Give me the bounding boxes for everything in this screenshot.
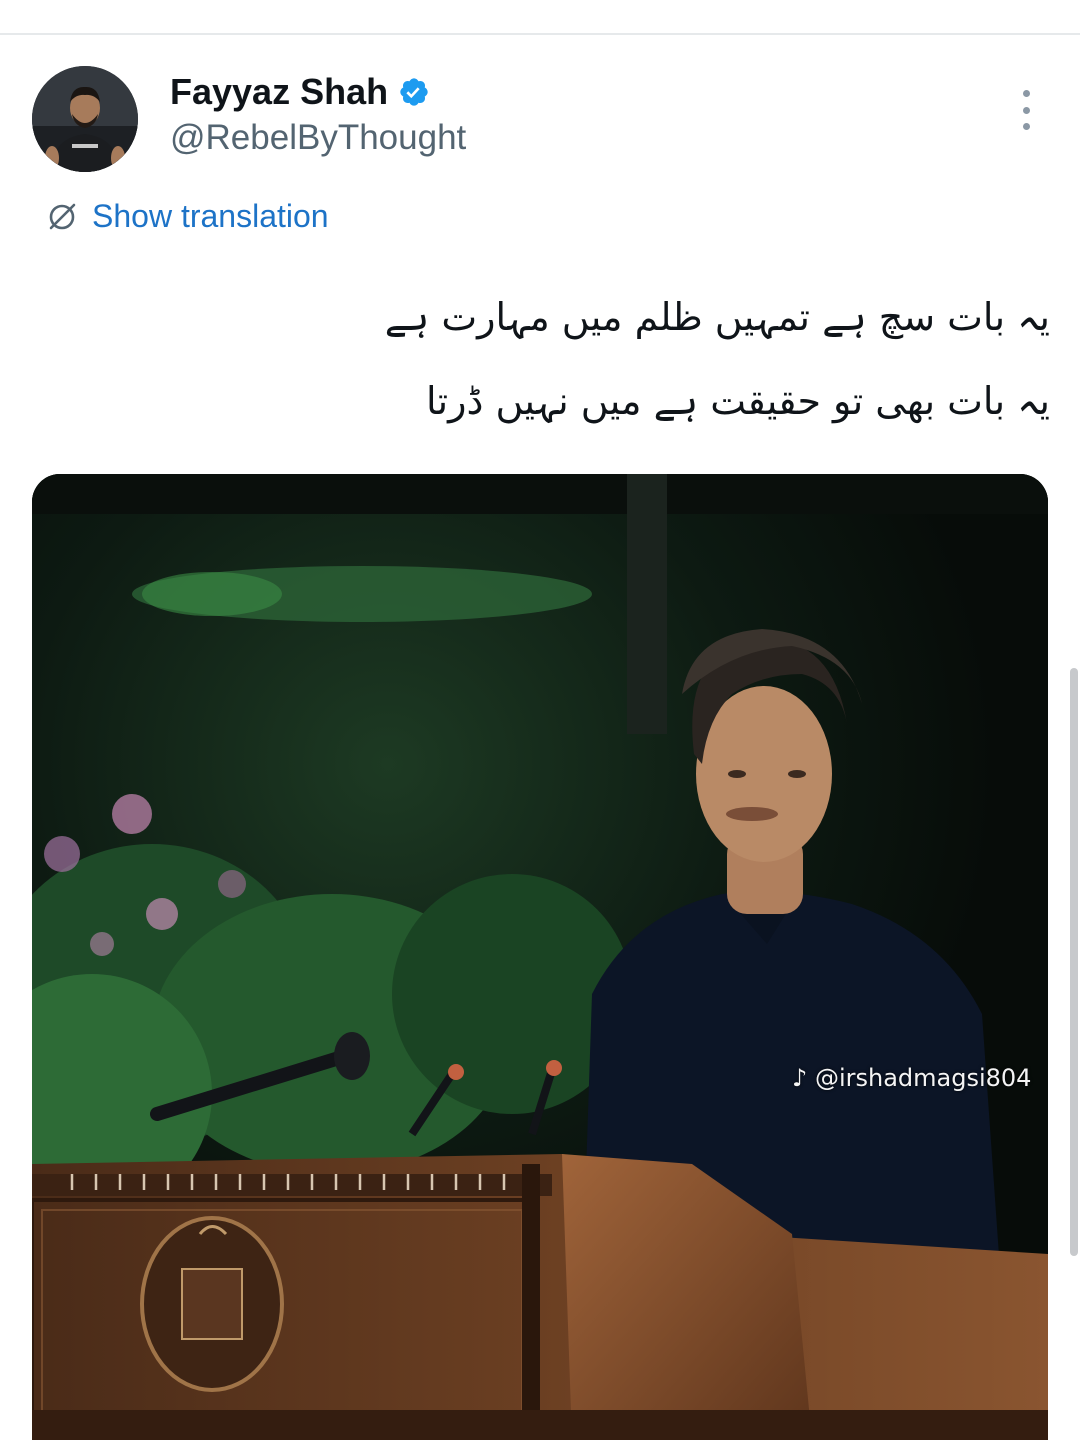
scrollbar[interactable]	[1070, 668, 1078, 1256]
more-vertical-icon-dot	[1022, 123, 1030, 130]
more-vertical-icon-dot	[1022, 106, 1030, 114]
more-vertical-icon	[1022, 90, 1030, 97]
avatar[interactable]	[32, 66, 138, 172]
name-row: Fayyaz Shah	[170, 70, 430, 114]
tweet-text-line: یہ بات بھی تو حقیقت ہے میں نہیں ڈرتا	[425, 379, 1050, 423]
show-translation-link[interactable]: Show translation	[46, 196, 329, 236]
show-translation-label[interactable]: Show translation	[92, 196, 329, 236]
display-name[interactable]: Fayyaz Shah	[170, 70, 388, 114]
tweet-text-line: یہ بات سچ ہے تمہیں ظلم میں مہارت ہے	[384, 295, 1050, 339]
media-photo	[32, 474, 1048, 1440]
tweet: Fayyaz Shah @RebelByThought Show transla…	[0, 0, 1080, 1440]
translate-icon	[46, 200, 78, 232]
author-handle[interactable]: @RebelByThought	[170, 116, 466, 160]
tweet-media-image[interactable]: ♪ @irshadmagsi804	[32, 474, 1048, 1440]
more-options-button[interactable]	[1010, 86, 1042, 134]
tweet-text: یہ بات سچ ہے تمہیں ظلم میں مہارت ہے یہ ب…	[350, 275, 1050, 443]
media-watermark: ♪ @irshadmagsi804	[792, 1064, 1032, 1092]
verified-badge-icon	[398, 76, 430, 108]
